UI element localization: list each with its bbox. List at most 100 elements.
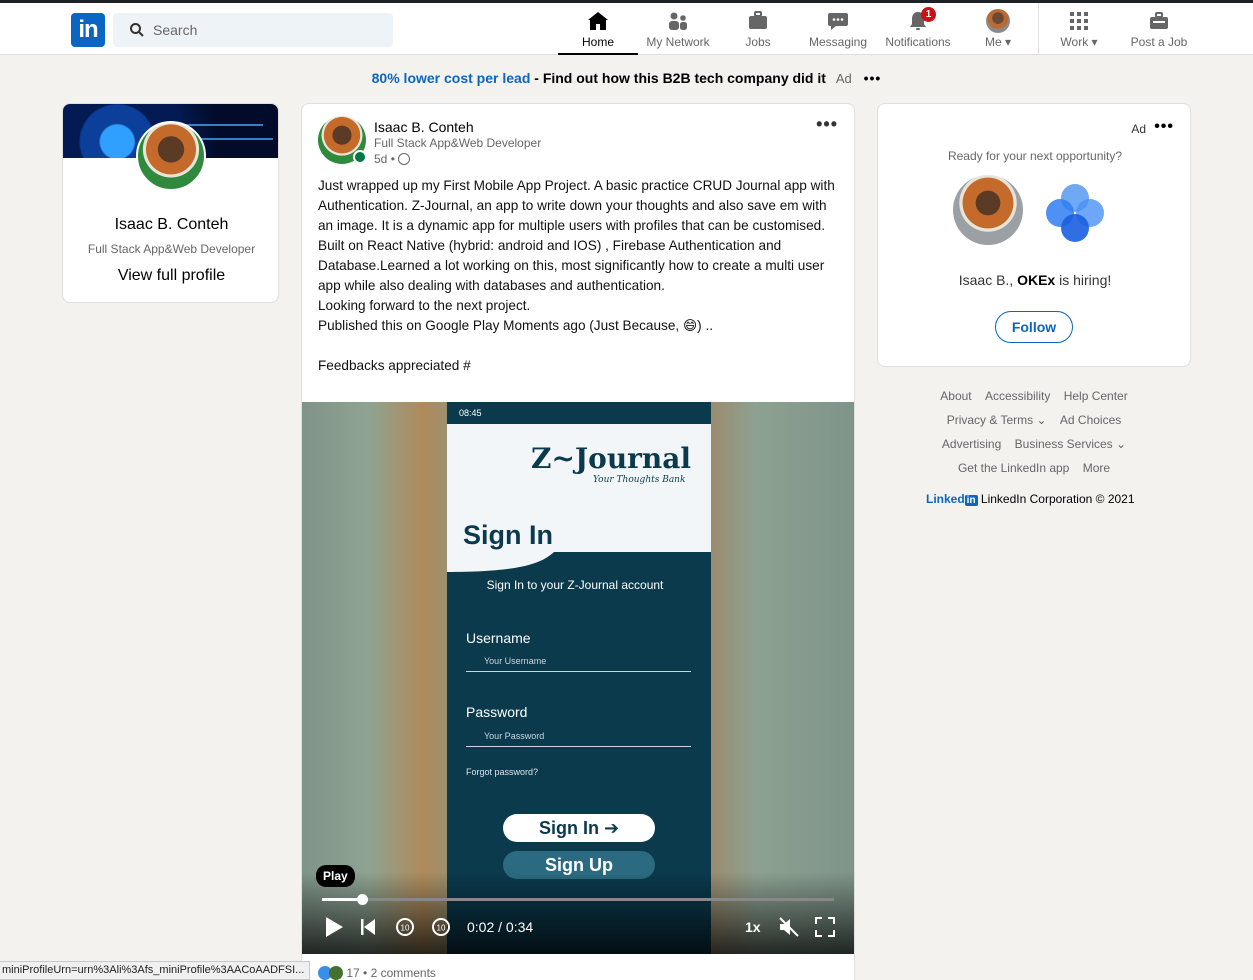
phone-time: 08:45 bbox=[459, 408, 482, 418]
footer-link-accessibility[interactable]: Accessibility bbox=[985, 389, 1050, 403]
job-ad-card: Ad ••• Ready for your next opportunity? … bbox=[877, 103, 1191, 367]
linkedin-logo[interactable]: in bbox=[71, 13, 105, 47]
profile-card: Isaac B. Conteh Full Stack App&Web Devel… bbox=[62, 103, 279, 303]
search-bar[interactable] bbox=[113, 13, 393, 47]
nav-label: Notifications bbox=[885, 35, 951, 49]
post-paragraph: Built on React Native (hybrid: android a… bbox=[318, 238, 825, 293]
signin-heading: Sign In bbox=[463, 520, 553, 550]
skip-back-icon[interactable] bbox=[360, 916, 376, 938]
banner-decoration bbox=[193, 138, 273, 140]
feed-post: Isaac B. Conteh Full Stack App&Web Devel… bbox=[301, 103, 855, 980]
footer-row: Get the LinkedIn app More bbox=[877, 456, 1191, 480]
ad-link[interactable]: 80% lower cost per lead bbox=[372, 70, 531, 86]
rewind-10-icon[interactable]: 10 bbox=[394, 916, 416, 938]
social-counts[interactable]: 17 • 2 comments bbox=[318, 966, 436, 980]
avatar bbox=[953, 175, 1023, 245]
post-paragraph: Looking forward to the next project. bbox=[318, 298, 531, 313]
avatar bbox=[986, 9, 1010, 33]
ad-text[interactable]: - Find out how this B2B tech company did… bbox=[530, 70, 826, 86]
wordmark-in: in bbox=[964, 495, 978, 506]
footer-link-get-app[interactable]: Get the LinkedIn app bbox=[958, 461, 1069, 475]
app-signin-button: Sign In ➔ bbox=[503, 814, 655, 842]
nav-label: Messaging bbox=[808, 35, 868, 49]
footer-link-business-services[interactable]: Business Services ⌄ bbox=[1015, 437, 1126, 451]
globe-icon bbox=[397, 153, 410, 165]
ad-headline: Ready for your next opportunity? bbox=[947, 149, 1123, 163]
nav-home[interactable]: Home bbox=[558, 3, 638, 55]
home-icon bbox=[588, 12, 608, 30]
signin-subtitle: Sign In to your Z-Journal account bbox=[486, 578, 664, 592]
briefcase-icon bbox=[749, 11, 767, 29]
more-options-icon[interactable]: ••• bbox=[1154, 118, 1174, 136]
comment-count[interactable]: 2 comments bbox=[371, 966, 436, 980]
nav-work[interactable]: Work ▾ bbox=[1040, 3, 1118, 55]
footer-row: Advertising Business Services ⌄ bbox=[877, 432, 1191, 456]
post-author-name[interactable]: Isaac B. Conteh bbox=[374, 119, 474, 135]
post-paragraph: Just wrapped up my First Mobile App Proj… bbox=[318, 178, 835, 233]
svg-text:10: 10 bbox=[401, 924, 410, 933]
forgot-password-link: Forgot password? bbox=[466, 767, 539, 777]
wordmark-text: Linked bbox=[926, 492, 965, 506]
video-player[interactable]: 08:45 Z~Journal Your Thoughts Bank Sign … bbox=[302, 402, 854, 954]
video-progress-bar[interactable] bbox=[322, 894, 834, 905]
nav-me[interactable]: Me ▾ bbox=[958, 3, 1038, 55]
video-progress-fill bbox=[322, 898, 362, 901]
muted-volume-icon[interactable] bbox=[778, 916, 800, 938]
nav-messaging[interactable]: Messaging bbox=[798, 3, 878, 55]
nav-divider bbox=[1038, 3, 1039, 55]
post-paragraph: Published this on Google Play Moments ag… bbox=[318, 318, 713, 333]
hiring-company: OKEx bbox=[1017, 272, 1056, 288]
play-tooltip: Play bbox=[316, 865, 355, 887]
chat-icon bbox=[828, 13, 848, 30]
hiring-text: Isaac B., OKEx is hiring! bbox=[878, 272, 1192, 288]
password-label: Password bbox=[466, 704, 528, 720]
support-reaction-icon bbox=[329, 966, 343, 980]
fullscreen-icon[interactable] bbox=[814, 916, 836, 938]
more-options-icon[interactable]: ••• bbox=[864, 70, 882, 86]
play-icon[interactable] bbox=[324, 916, 344, 938]
nav-jobs[interactable]: Jobs bbox=[718, 3, 798, 55]
footer-link-ad-choices[interactable]: Ad Choices bbox=[1060, 413, 1121, 427]
view-full-profile-link[interactable]: View full profile bbox=[63, 267, 278, 285]
app-tagline: Your Thoughts Bank bbox=[593, 475, 686, 485]
browser-status-bar: miniProfileUrn=urn%3Ali%3Afs_miniProfile… bbox=[0, 961, 310, 980]
nav-my-network[interactable]: My Network bbox=[638, 3, 718, 55]
hiring-name: Isaac B., bbox=[958, 272, 1014, 288]
forward-10-icon[interactable]: 10 bbox=[430, 916, 452, 938]
profile-avatar[interactable] bbox=[136, 121, 206, 191]
app-title: Z~Journal bbox=[531, 442, 692, 475]
global-nav: in Home My Network Jobs Messaging 1 Noti… bbox=[0, 3, 1253, 55]
username-label: Username bbox=[466, 630, 531, 646]
footer-links: About Accessibility Help Center Privacy … bbox=[877, 384, 1191, 480]
sponsored-banner: 80% lower cost per lead - Find out how t… bbox=[0, 70, 1253, 86]
notification-badge: 1 bbox=[921, 7, 936, 22]
username-field: Your Username bbox=[466, 652, 691, 672]
nav-label: Home bbox=[581, 35, 614, 49]
copyright-text: LinkedIn Corporation © 2021 bbox=[980, 492, 1135, 506]
footer-link-more[interactable]: More bbox=[1083, 461, 1110, 475]
nav-notifications[interactable]: 1 Notifications bbox=[878, 3, 958, 55]
footer-link-about[interactable]: About bbox=[940, 389, 971, 403]
nav-post-a-job[interactable]: Post a Job bbox=[1120, 3, 1198, 55]
post-job-icon bbox=[1150, 12, 1168, 29]
online-status-indicator bbox=[353, 150, 367, 164]
profile-name[interactable]: Isaac B. Conteh bbox=[63, 216, 278, 234]
chevron-down-icon: ▾ bbox=[1091, 35, 1098, 49]
footer-link-help-center[interactable]: Help Center bbox=[1064, 389, 1128, 403]
reaction-count[interactable]: 17 bbox=[346, 966, 359, 980]
ad-label: Ad bbox=[835, 71, 852, 86]
video-time: 0:02 / 0:34 bbox=[467, 919, 534, 935]
post-more-options-icon[interactable]: ••• bbox=[816, 114, 838, 135]
video-scrubber-handle[interactable] bbox=[356, 894, 368, 905]
search-input[interactable] bbox=[153, 19, 383, 41]
ad-label: Ad bbox=[1131, 122, 1146, 136]
network-icon bbox=[669, 12, 687, 30]
profile-title: Full Stack App&Web Developer bbox=[87, 242, 256, 256]
footer-link-privacy-terms[interactable]: Privacy & Terms ⌄ bbox=[947, 413, 1047, 427]
footer-link-advertising[interactable]: Advertising bbox=[942, 437, 1001, 451]
follow-button[interactable]: Follow bbox=[995, 311, 1073, 343]
nav-label: Post a Job bbox=[1130, 35, 1188, 49]
nav-label: Work bbox=[1060, 35, 1089, 49]
playback-speed[interactable]: 1x bbox=[745, 919, 761, 935]
post-text: Just wrapped up my First Mobile App Proj… bbox=[318, 176, 843, 376]
